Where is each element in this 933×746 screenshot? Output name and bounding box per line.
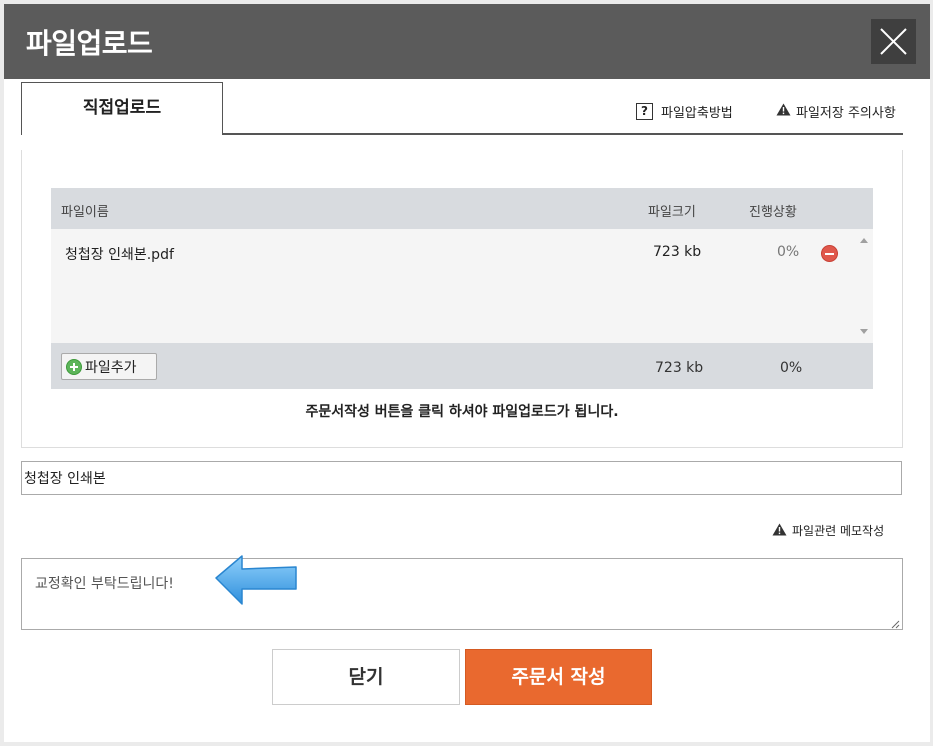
memo-text: 교정확인 부탁드립니다! bbox=[35, 576, 174, 592]
plus-circle-icon bbox=[66, 358, 82, 375]
header-filename: 파일이름 bbox=[61, 205, 109, 220]
memo-textarea[interactable]: 교정확인 부탁드립니다! bbox=[21, 558, 903, 630]
close-dialog-button[interactable]: 닫기 bbox=[272, 649, 460, 705]
close-button[interactable] bbox=[871, 19, 916, 64]
scroll-up-icon[interactable] bbox=[860, 238, 868, 243]
storage-notice-label: 파일저장 주의사항 bbox=[796, 106, 896, 121]
write-order-button[interactable]: 주문서 작성 bbox=[465, 649, 652, 705]
memo-notice-label: 파일관련 메모작성 bbox=[792, 524, 885, 538]
remove-file-icon[interactable] bbox=[821, 245, 838, 262]
storage-notice-link[interactable]: 파일저장 주의사항 bbox=[776, 102, 896, 121]
dialog-title: 파일업로드 bbox=[26, 27, 153, 60]
row-filesize: 723 kb bbox=[653, 244, 702, 260]
header-progress: 진행상황 bbox=[749, 205, 797, 220]
warning-icon bbox=[776, 103, 791, 120]
resize-grip-icon[interactable] bbox=[890, 617, 900, 629]
memo-notice-link[interactable]: 파일관련 메모작성 bbox=[772, 522, 884, 539]
list-scrollbar[interactable] bbox=[856, 229, 873, 343]
row-filename: 청첩장 인쇄본.pdf bbox=[65, 247, 174, 263]
question-icon: ? bbox=[636, 103, 653, 120]
filename-field[interactable] bbox=[21, 461, 902, 495]
warning-icon bbox=[772, 523, 787, 539]
pointer-arrow-icon bbox=[212, 550, 302, 614]
row-progress: 0% bbox=[777, 244, 800, 260]
add-file-button[interactable]: 파일추가 bbox=[61, 353, 157, 380]
total-progress: 0% bbox=[780, 360, 803, 376]
file-list[interactable]: 청첩장 인쇄본.pdf 723 kb 0% bbox=[51, 229, 873, 343]
tab-direct-upload[interactable]: 직접업로드 bbox=[21, 82, 223, 135]
compress-help-link[interactable]: ? 파일압축방법 bbox=[636, 102, 733, 121]
total-filesize: 723 kb bbox=[655, 360, 704, 376]
compress-help-label: 파일압축방법 bbox=[661, 106, 733, 121]
add-file-label: 파일추가 bbox=[85, 359, 137, 376]
upload-notice: 주문서작성 버튼을 클릭 하셔야 파일업로드가 됩니다. bbox=[305, 404, 619, 420]
header-filesize: 파일크기 bbox=[648, 205, 696, 220]
file-table-footer: 파일추가 723 kb 0% bbox=[51, 343, 873, 389]
scroll-down-icon[interactable] bbox=[860, 329, 868, 334]
title-bar: 파일업로드 bbox=[4, 4, 930, 79]
file-table-header: 파일이름 파일크기 진행상황 bbox=[51, 188, 873, 229]
